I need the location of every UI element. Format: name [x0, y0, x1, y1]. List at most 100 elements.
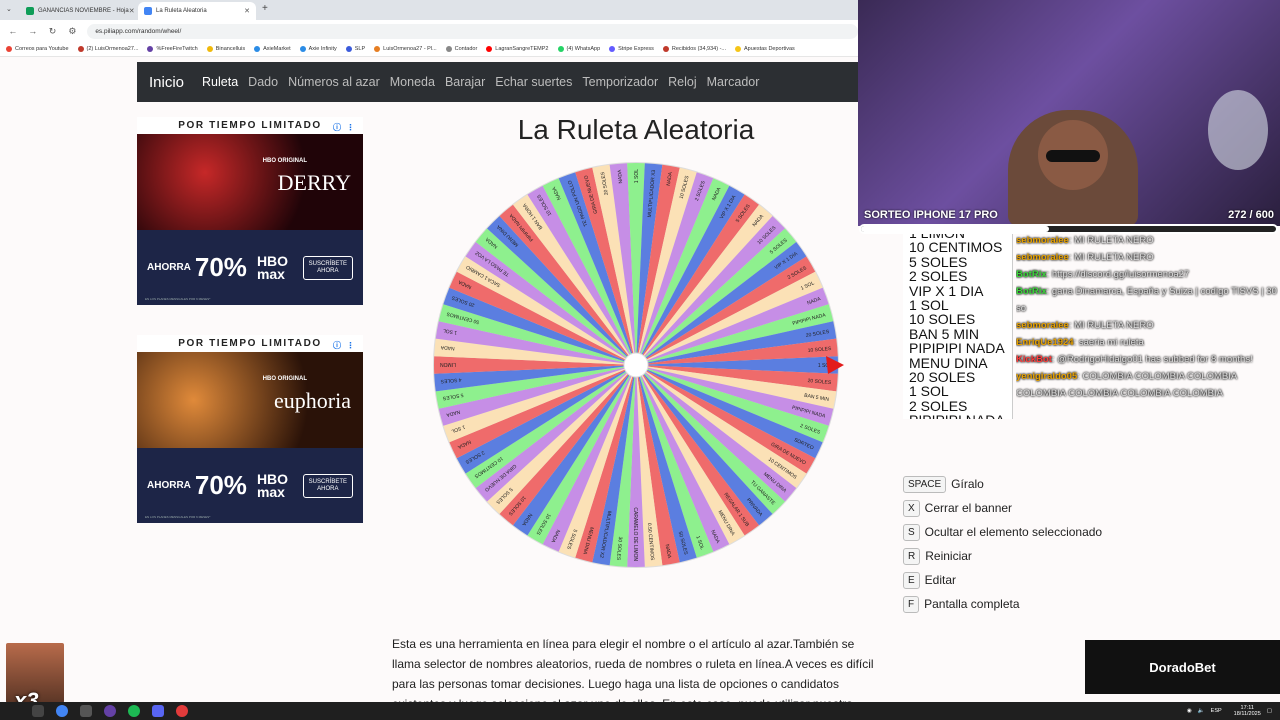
- obs-icon[interactable]: [104, 705, 116, 717]
- shortcut-label: Reiniciar: [925, 549, 972, 563]
- ad-fine-print: EN LOS PLANES MENSUALES POR 6 MESES*: [145, 515, 211, 519]
- clock[interactable]: 17:11 18/11/2025: [1228, 705, 1261, 717]
- forward-icon[interactable]: →: [26, 24, 40, 38]
- option-item[interactable]: 1 SOL: [903, 384, 1012, 399]
- ad-banner-euphoria[interactable]: POR TIEMPO LIMITADO ⓘ ⋮ HBO ORIGINAL euph…: [137, 335, 363, 523]
- volume-icon[interactable]: 🔈: [1198, 708, 1205, 714]
- spotify-icon[interactable]: [128, 705, 140, 717]
- chat-username[interactable]: BotRix: [1016, 269, 1047, 280]
- chat-message: sebmoralee: MI RULETA NERO: [1016, 317, 1278, 334]
- chrome-icon[interactable]: [56, 705, 68, 717]
- ad-hbo-label: HBO ORIGINAL: [262, 376, 307, 382]
- tab-ruleta[interactable]: La Ruleta Aleatoria ✕: [138, 2, 256, 20]
- discord-icon[interactable]: [152, 705, 164, 717]
- option-item[interactable]: BAN 5 MIN: [903, 326, 1012, 341]
- option-item[interactable]: 5 SOLES: [903, 254, 1012, 269]
- chat-username[interactable]: sebmoralee: [1016, 252, 1069, 263]
- nav-moneda[interactable]: Moneda: [390, 75, 435, 89]
- nav-ruleta[interactable]: Ruleta: [202, 75, 238, 89]
- bookmark-label: Stripe Express: [618, 46, 654, 52]
- shortcut-key[interactable]: X: [903, 499, 920, 517]
- roulette-wheel[interactable]: 1 SOL20 SOLESBAN 5 MINPIPIPIPI NADA2 SOL…: [430, 160, 850, 572]
- site-info-icon[interactable]: ⚙: [65, 24, 79, 38]
- nav-echar-suertes[interactable]: Echar suertes: [495, 75, 572, 89]
- new-tab-icon[interactable]: +: [262, 3, 268, 14]
- bookmark-item[interactable]: SLP: [345, 46, 365, 52]
- chat-text: : saeria mi ruleta: [1073, 337, 1144, 348]
- nav-temporizador[interactable]: Temporizador: [582, 75, 658, 89]
- bookmark-item[interactable]: Recibidos (34,934) -...: [662, 46, 726, 52]
- shortcut-key[interactable]: R: [903, 547, 921, 565]
- bookmark-item[interactable]: LuisOrmenoa27 - Pl...: [374, 46, 437, 52]
- bookmark-label: LagranSangreTEMP2: [495, 46, 549, 52]
- page-title: La Ruleta Aleatoria: [517, 114, 755, 145]
- nav-numeros[interactable]: Números al azar: [288, 75, 380, 89]
- start-icon[interactable]: [32, 705, 44, 717]
- shortcut-key[interactable]: S: [903, 523, 920, 541]
- tab-ganancias[interactable]: GANANCIAS NOVIEMBRE - Hoja ✕: [20, 2, 135, 20]
- chat-text: : @RodrigoHidalgo01 has subbed for 8 mon…: [1051, 354, 1253, 365]
- bookmark-item[interactable]: Contador: [445, 46, 477, 52]
- shortcut-key[interactable]: F: [903, 595, 920, 613]
- terminal-icon[interactable]: [80, 705, 92, 717]
- ad-offer: AHORRA 70% HBO max SUSCRÍBETE AHORA EN L…: [137, 230, 363, 305]
- nav-home-link[interactable]: Inicio: [149, 74, 184, 91]
- shortcut-key[interactable]: SPACE: [903, 475, 947, 493]
- tab-menu-icon[interactable]: ⌄: [6, 5, 12, 13]
- nav-marcador[interactable]: Marcador: [707, 75, 760, 89]
- ad-save-text: AHORRA: [147, 480, 191, 491]
- shortcut-label: Ocultar el elemento seleccionado: [924, 525, 1103, 539]
- wheel-options-list[interactable]: 1 LIMON10 CENTIMOS5 SOLES2 SOLESVIP X 1 …: [903, 234, 1013, 419]
- bookmark-item[interactable]: Axie Infinity: [299, 46, 337, 52]
- notifications-icon[interactable]: ▢: [1267, 708, 1272, 714]
- option-item[interactable]: 10 SOLES: [903, 312, 1012, 327]
- ad-brand: HBO max: [256, 252, 289, 282]
- bookmark-item[interactable]: Stripe Express: [609, 46, 654, 52]
- chat-username[interactable]: KickBot: [1016, 354, 1052, 365]
- option-item[interactable]: 10 CENTIMOS: [903, 240, 1012, 255]
- option-item[interactable]: VIP X 1 DIA: [903, 283, 1012, 298]
- bookmark-item[interactable]: %FreeFireTwitch: [147, 46, 198, 52]
- option-item[interactable]: MENU DINA: [903, 355, 1012, 370]
- option-item[interactable]: 2 SOLES: [903, 398, 1012, 413]
- language-indicator[interactable]: ESP: [1211, 708, 1222, 714]
- wifi-icon[interactable]: ◉: [1187, 708, 1192, 714]
- close-icon[interactable]: ✕: [244, 7, 250, 15]
- reload-icon[interactable]: ↻: [46, 24, 60, 38]
- sunglasses: [1046, 150, 1100, 162]
- bookmark-item[interactable]: Apuestas Deportivas: [735, 46, 795, 52]
- bookmark-label: Binancelluis: [215, 46, 246, 52]
- app-icon[interactable]: [176, 705, 188, 717]
- nav-reloj[interactable]: Reloj: [668, 75, 697, 89]
- options-scroll: 1 LIMON10 CENTIMOS5 SOLES2 SOLESVIP X 1 …: [903, 234, 1012, 419]
- bookmark-item[interactable]: LagranSangreTEMP2: [486, 46, 549, 52]
- option-item[interactable]: PIPIPIPI NADA: [903, 341, 1012, 356]
- option-item[interactable]: 2 SOLES: [903, 269, 1012, 284]
- wheel-hub[interactable]: [623, 352, 649, 378]
- nav-barajar[interactable]: Barajar: [445, 75, 485, 89]
- chat-message: sebmoralee: MI RULETA NERO: [1016, 249, 1278, 266]
- tab-label: La Ruleta Aleatoria: [156, 8, 207, 14]
- option-item[interactable]: PIPIPIPI NADA: [903, 413, 1012, 419]
- option-item[interactable]: 20 SOLES: [903, 370, 1012, 385]
- option-item[interactable]: 1 SOL: [903, 298, 1012, 313]
- chat-username[interactable]: BotRix: [1016, 286, 1047, 297]
- bookmark-item[interactable]: AxieMarket: [254, 46, 291, 52]
- back-icon[interactable]: ←: [6, 24, 20, 38]
- chat-username[interactable]: yenigiraldo05: [1016, 371, 1077, 382]
- close-icon[interactable]: ✕: [129, 7, 135, 15]
- bookmark-item[interactable]: (4) WhatsApp: [557, 46, 600, 52]
- address-bar[interactable]: es.piliapp.com/random/wheel/: [87, 23, 858, 39]
- ad-subscribe-button[interactable]: SUSCRÍBETE AHORA: [302, 255, 353, 280]
- shortcut-key[interactable]: E: [903, 571, 920, 589]
- bookmark-item[interactable]: Correos para Youtube: [6, 46, 69, 52]
- chat-username[interactable]: EnriqUe1924: [1016, 337, 1074, 348]
- ad-subscribe-button[interactable]: SUSCRÍBETE AHORA: [302, 473, 353, 498]
- nav-dado[interactable]: Dado: [248, 75, 278, 89]
- shortcut-label: Cerrar el banner: [924, 501, 1013, 515]
- ad-banner-derry[interactable]: POR TIEMPO LIMITADO ⓘ ⋮ HBO ORIGINAL DERR…: [137, 117, 363, 305]
- bookmark-item[interactable]: (2) LuisOrmenoa27...: [77, 46, 138, 52]
- bookmark-item[interactable]: Binancelluis: [206, 46, 246, 52]
- chat-username[interactable]: sebmoralee: [1016, 235, 1069, 246]
- chat-username[interactable]: sebmoralee: [1016, 320, 1069, 331]
